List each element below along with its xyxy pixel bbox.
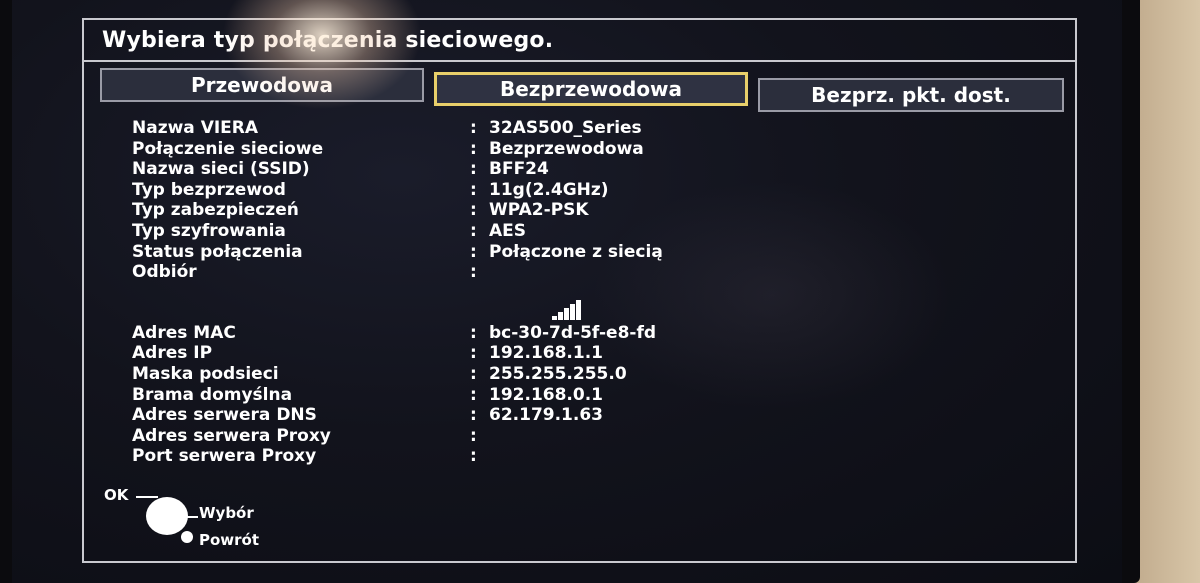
info-row-wireless-type: Typ bezprzewod : 11g(2.4GHz) [132,180,1032,201]
net-label: Adres serwera Proxy [132,425,331,446]
net-row-default-gateway: Brama domyślna : 192.168.0.1 [132,385,1032,406]
separator: : [470,241,477,262]
net-row-mac-address: Adres MAC : bc-30-7d-5f-e8-fd [132,323,1032,344]
separator: : [470,262,477,283]
info-value: Bezprzewodowa [489,138,644,159]
separator: : [470,322,477,343]
info-label: Typ bezprzewod [132,179,286,200]
tab-access-point[interactable]: Bezprz. pkt. dost. [758,78,1064,112]
separator: : [470,363,477,384]
info-value: 11g(2.4GHz) [489,179,609,200]
info-label: Nazwa VIERA [132,118,259,138]
ok-button-icon [146,497,188,535]
info-row-viera-name: Nazwa VIERA : 32AS500_Series [132,118,1032,139]
net-row-dns-server: Adres serwera DNS : 62.179.1.63 [132,405,1032,426]
net-value: 192.168.1.1 [489,343,604,364]
title-divider [84,60,1075,62]
separator: : [470,384,477,405]
ok-pointer-line [136,496,158,498]
return-button-icon [181,531,193,543]
net-value: bc-30-7d-5f-e8-fd [489,322,657,343]
tv-screen: Wybiera typ połączenia sieciowego. Przew… [12,0,1122,583]
info-row-security-type: Typ zabezpieczeń : WPA2-PSK [132,200,1032,221]
separator: : [470,343,477,364]
separator: : [470,138,477,159]
net-value: 62.179.1.63 [489,405,604,426]
separator: : [470,405,477,426]
net-row-ip-address: Adres IP : 192.168.1.1 [132,343,1032,364]
dialog-title: Wybiera typ połączenia sieciowego. [102,28,554,53]
network-settings-dialog: Wybiera typ połączenia sieciowego. Przew… [82,18,1077,563]
info-row-ssid: Nazwa sieci (SSID) : BFF24 [132,159,1032,180]
info-value: Połączone z siecią [489,241,663,262]
net-label: Adres MAC [132,322,236,343]
tv-bezel: Wybiera typ połączenia sieciowego. Przew… [0,0,1140,583]
return-hint-label: Powrót [199,531,260,549]
select-pointer-line [186,516,198,518]
separator: : [470,425,477,446]
net-row-subnet-mask: Maska podsieci : 255.255.255.0 [132,364,1032,385]
info-row-reception: Odbiór : [132,262,1032,283]
net-row-proxy-address: Adres serwera Proxy : [132,426,1032,447]
info-label: Typ zabezpieczeń [132,200,299,221]
tab-access-point-label: Bezprz. pkt. dost. [811,83,1011,107]
net-label: Maska podsieci [132,363,279,384]
info-value: BFF24 [489,159,549,180]
info-label: Typ szyfrowania [132,220,286,241]
separator: : [470,179,477,200]
net-label: Adres IP [132,343,213,364]
net-label: Port serwera Proxy [132,446,317,467]
net-label: Adres serwera DNS [132,405,317,426]
net-value: 255.255.255.0 [489,363,627,384]
separator: : [470,446,477,467]
separator: : [470,118,477,138]
info-value: AES [489,220,527,241]
separator: : [470,200,477,221]
info-label: Odbiór [132,262,197,283]
info-row-encryption-type: Typ szyfrowania : AES [132,221,1032,242]
tab-wireless[interactable]: Bezprzewodowa [434,72,748,106]
separator: : [470,159,477,180]
info-label: Status połączenia [132,241,303,262]
info-value: WPA2-PSK [489,200,589,221]
info-label: Połączenie sieciowe [132,138,324,159]
tab-wired[interactable]: Przewodowa [100,68,424,102]
info-row-network-connection: Połączenie sieciowe : Bezprzewodowa [132,139,1032,160]
net-label: Brama domyślna [132,384,293,405]
tab-wired-label: Przewodowa [191,73,333,97]
info-label: Nazwa sieci (SSID) [132,159,310,180]
select-hint-label: Wybór [199,504,254,522]
separator: : [470,220,477,241]
net-row-proxy-port: Port serwera Proxy : [132,446,1032,467]
tab-wireless-label: Bezprzewodowa [499,77,683,101]
info-value: 32AS500_Series [489,118,642,138]
info-row-connection-status: Status połączenia : Połączone z siecią [132,242,1032,263]
net-value: 192.168.0.1 [489,384,604,405]
connection-info-list: Nazwa VIERA : 32AS500_Series Połączenie … [132,118,1032,467]
ok-label: OK [104,486,129,504]
